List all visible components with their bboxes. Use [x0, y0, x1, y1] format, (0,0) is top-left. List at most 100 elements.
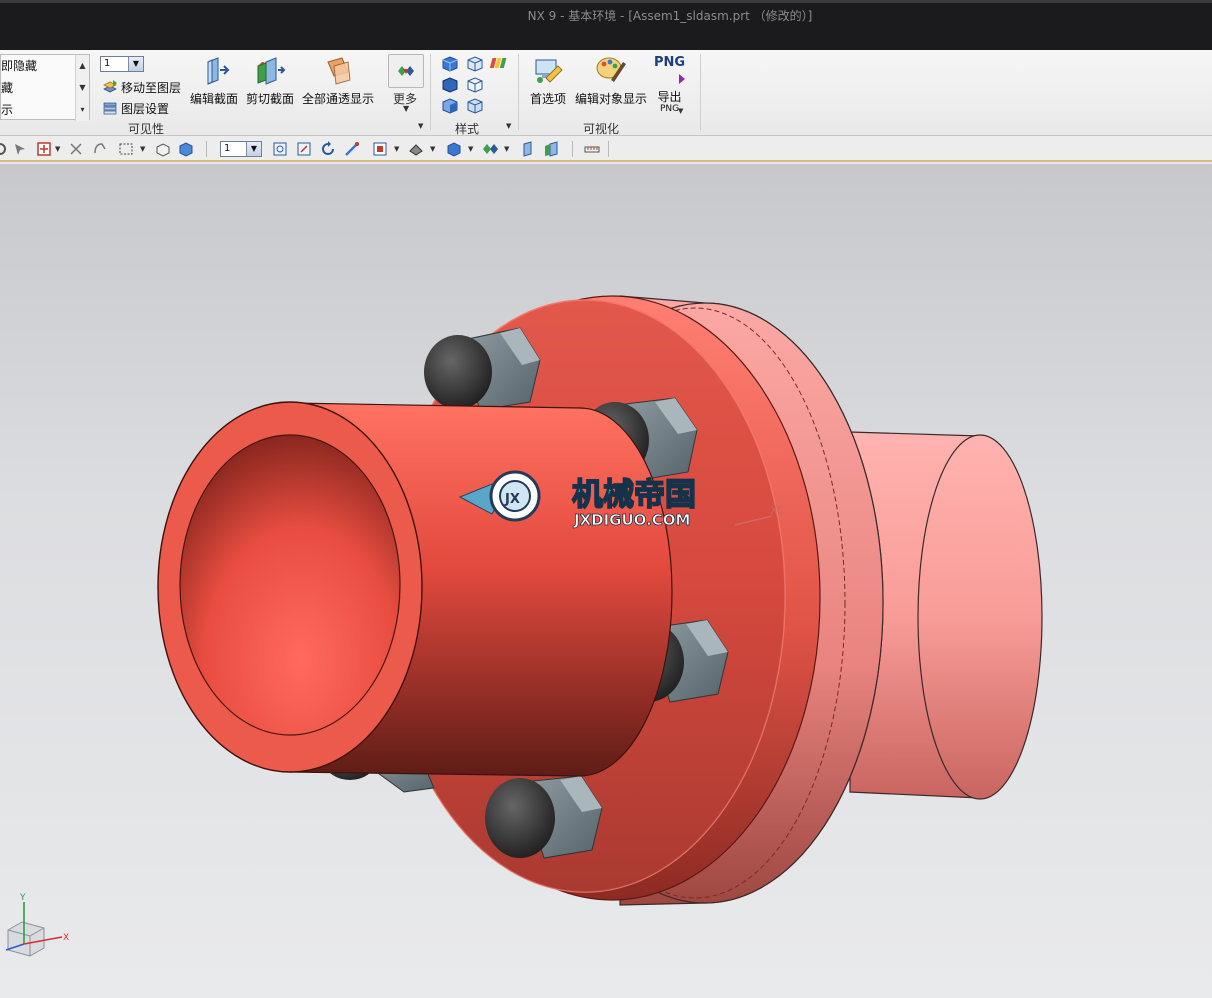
move-to-layer-button[interactable]: 移动至图层 — [102, 77, 181, 97]
lasso-select-icon[interactable] — [92, 141, 108, 157]
studio-display-icon[interactable] — [489, 58, 507, 68]
ribbon-separator — [518, 54, 519, 130]
layer-combo-value: 1 — [104, 58, 111, 69]
measure-icon[interactable] — [584, 141, 600, 157]
toolbar-separator — [206, 141, 207, 157]
bolt-top-left[interactable] — [424, 327, 541, 411]
clip-section-icon — [257, 57, 286, 85]
zoom-icon[interactable] — [296, 141, 312, 157]
shaded-cube-icon[interactable] — [442, 56, 458, 72]
view-toolbar: ▼ ▼ 1 ▼ ▼ ▼ ▼ ▼ — [0, 136, 1212, 162]
clip-view-icon[interactable] — [544, 141, 560, 157]
move-to-layer-label: 移动至图层 — [121, 80, 182, 95]
chevron-down-icon[interactable]: ▼ — [246, 142, 261, 156]
move-layer-icon — [103, 80, 117, 93]
coupling-model[interactable]: XC JX 机械帝国 JXDIGUO.COM — [0, 164, 1212, 998]
edit-section-button[interactable]: 编辑截面 — [190, 54, 238, 107]
export-dropdown-icon[interactable]: ▼ — [678, 107, 683, 115]
all-transparent-label: 全部通透显示 — [302, 92, 375, 106]
render-style-icon[interactable] — [408, 141, 424, 157]
window-title: NX 9 - 基本环境 - [Assem1_sldasm.prt （修改的）] — [527, 9, 813, 23]
export-label: 导出 — [657, 90, 682, 104]
toolbar-layer-value: 1 — [224, 143, 231, 154]
fit-view-icon[interactable] — [272, 141, 288, 157]
list-item[interactable]: 即隐藏 — [1, 55, 75, 77]
ribbon-separator — [700, 54, 701, 130]
background-cube-icon[interactable] — [446, 141, 462, 157]
chevron-down-icon[interactable]: ▼ — [140, 145, 145, 153]
select-filter-icon[interactable] — [12, 141, 28, 157]
expand-list-icon[interactable]: ▾ — [75, 99, 89, 121]
edit-section-label: 编辑截面 — [190, 92, 239, 106]
edit-object-display-icon — [596, 57, 626, 82]
title-bar: NX 9 - 基本环境 - [Assem1_sldasm.prt （修改的）] — [0, 0, 1212, 50]
left-hub[interactable] — [157, 401, 673, 777]
wcs-x-label: XC — [770, 504, 785, 517]
scroll-up-icon[interactable]: ▲ — [75, 55, 89, 77]
edit-object-display-label: 编辑对象显示 — [575, 92, 648, 106]
transparent-display-icon — [327, 57, 351, 85]
partial-shaded-cube-icon[interactable] — [442, 98, 458, 114]
shaded-edges-cube-icon[interactable] — [442, 77, 458, 93]
face-analysis-cube-icon[interactable] — [467, 98, 483, 114]
wireframe-cube-icon[interactable] — [467, 56, 483, 72]
layer-combo[interactable]: 1 ▼ — [100, 56, 144, 72]
bolt-bottom[interactable] — [485, 775, 603, 859]
preferences-icon — [535, 59, 563, 83]
chevron-down-icon[interactable]: ▼ — [468, 145, 473, 153]
view-triad[interactable]: Y X — [0, 890, 80, 960]
pan-view-icon[interactable] — [344, 141, 360, 157]
orient-view-icon[interactable] — [372, 141, 388, 157]
graphics-window[interactable]: XC JX 机械帝国 JXDIGUO.COM Y X — [0, 164, 1212, 998]
watermark-badge-text: JX — [504, 492, 520, 507]
rotate-view-icon[interactable] — [320, 141, 336, 157]
rotate-icon[interactable] — [0, 141, 8, 157]
hidden-edges-cube-icon[interactable] — [467, 77, 483, 93]
clip-section-label: 剪切截面 — [246, 92, 295, 106]
style-cubes-grid — [442, 56, 507, 114]
layer-settings-label: 图层设置 — [121, 101, 170, 116]
visibility-listbox[interactable]: 即隐藏 藏 示 ▲ ▼ ▾ — [0, 54, 90, 121]
more-icon — [398, 66, 414, 76]
visualization-icon[interactable] — [482, 141, 498, 157]
section-view-icon[interactable] — [520, 141, 536, 157]
edit-object-display-button[interactable]: 编辑对象显示 — [575, 54, 647, 107]
chevron-down-icon[interactable]: ▼ — [504, 145, 509, 153]
group-style-label: 样式 — [455, 122, 480, 136]
export-png-button[interactable]: PNG 导出 PNG — [654, 54, 685, 114]
preferences-label: 首选项 — [530, 92, 567, 106]
snap-intersection-icon[interactable] — [68, 141, 84, 157]
preferences-button[interactable]: 首选项 — [530, 54, 566, 107]
wireframe-view-icon[interactable] — [155, 141, 171, 157]
rectangle-select-icon[interactable] — [118, 141, 134, 157]
clip-section-button[interactable]: 剪切截面 — [246, 54, 294, 107]
edit-section-icon — [207, 57, 230, 85]
shaded-view-icon[interactable] — [178, 141, 194, 157]
chevron-down-icon[interactable]: ▼ — [55, 145, 60, 153]
png-icon-text: PNG — [654, 55, 686, 70]
more-box[interactable] — [388, 54, 424, 88]
triad-y-label: Y — [19, 893, 26, 903]
triad-x-label: X — [63, 933, 69, 943]
layer-settings-button[interactable]: 图层设置 — [102, 98, 169, 118]
more-dropdown-icon[interactable]: ▼ — [403, 104, 409, 113]
export-arrow-icon — [678, 74, 685, 84]
snap-point-icon[interactable] — [36, 141, 52, 157]
chevron-down-icon[interactable]: ▼ — [394, 145, 399, 153]
chevron-down-icon[interactable]: ▼ — [430, 145, 435, 153]
toolbar-layer-combo[interactable]: 1 ▼ — [220, 141, 262, 157]
style-dropdown-icon[interactable]: ▼ — [506, 122, 511, 130]
toolbar-separator — [572, 141, 573, 157]
group-visibility-label: 可见性 — [128, 122, 165, 136]
chevron-down-icon[interactable]: ▼ — [128, 57, 143, 71]
export-sub-label: PNG — [659, 104, 680, 114]
chevron-down-icon[interactable]: ▼ — [75, 77, 89, 99]
toolbar-separator — [608, 141, 609, 157]
visibility-dropdown-icon[interactable]: ▼ — [418, 122, 423, 130]
list-item[interactable]: 示 — [1, 99, 75, 121]
list-item[interactable]: 藏 — [1, 77, 75, 99]
watermark-title: 机械帝国 — [572, 477, 696, 513]
watermark-url: JXDIGUO.COM — [573, 511, 690, 529]
all-transparent-button[interactable]: 全部通透显示 — [302, 54, 374, 107]
ribbon: 即隐藏 藏 示 ▲ ▼ ▾ 1 ▼ 移动至图层 图层设置 可见性 编辑截面 剪切… — [0, 50, 1212, 136]
